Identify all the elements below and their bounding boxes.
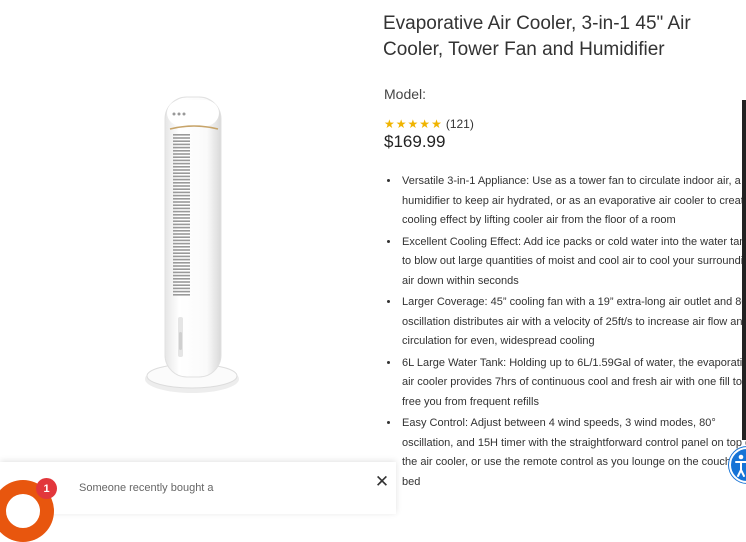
model-label: Model: (384, 86, 427, 102)
feature-item: Larger Coverage: 45” cooling fan with a … (400, 293, 746, 352)
star-icon: ★ (407, 117, 419, 131)
feature-item: 6L Large Water Tank: Holding up to 6L/1.… (400, 354, 746, 413)
close-icon[interactable]: ✕ (374, 473, 390, 490)
review-count[interactable]: (121) (446, 117, 474, 131)
feature-list: Versatile 3-in-1 Appliance: Use as a tow… (384, 172, 746, 494)
feature-item: Versatile 3-in-1 Appliance: Use as a tow… (400, 172, 746, 231)
product-title: Evaporative Air Cooler, 3-in-1 45" Air C… (383, 13, 691, 60)
feature-item: Easy Control: Adjust between 4 wind spee… (400, 414, 746, 492)
notification-badge: 1 (36, 478, 57, 499)
product-rating[interactable]: ★ ★ ★ ★ ★ (121) (384, 117, 474, 131)
star-icon: ★ (395, 117, 407, 131)
star-icon: ★ (431, 117, 442, 131)
star-icon: ★ (419, 117, 431, 131)
product-price: $169.99 (384, 132, 446, 151)
star-icon: ★ (384, 117, 395, 131)
page-edge-divider (742, 100, 746, 440)
feature-item: Excellent Cooling Effect: Add ice packs … (400, 233, 746, 292)
popup-message: Someone recently bought a (79, 482, 214, 494)
product-image (140, 92, 252, 397)
accessibility-icon[interactable] (728, 446, 746, 484)
recent-purchase-popup[interactable]: 1 Someone recently bought a ✕ (0, 462, 396, 542)
